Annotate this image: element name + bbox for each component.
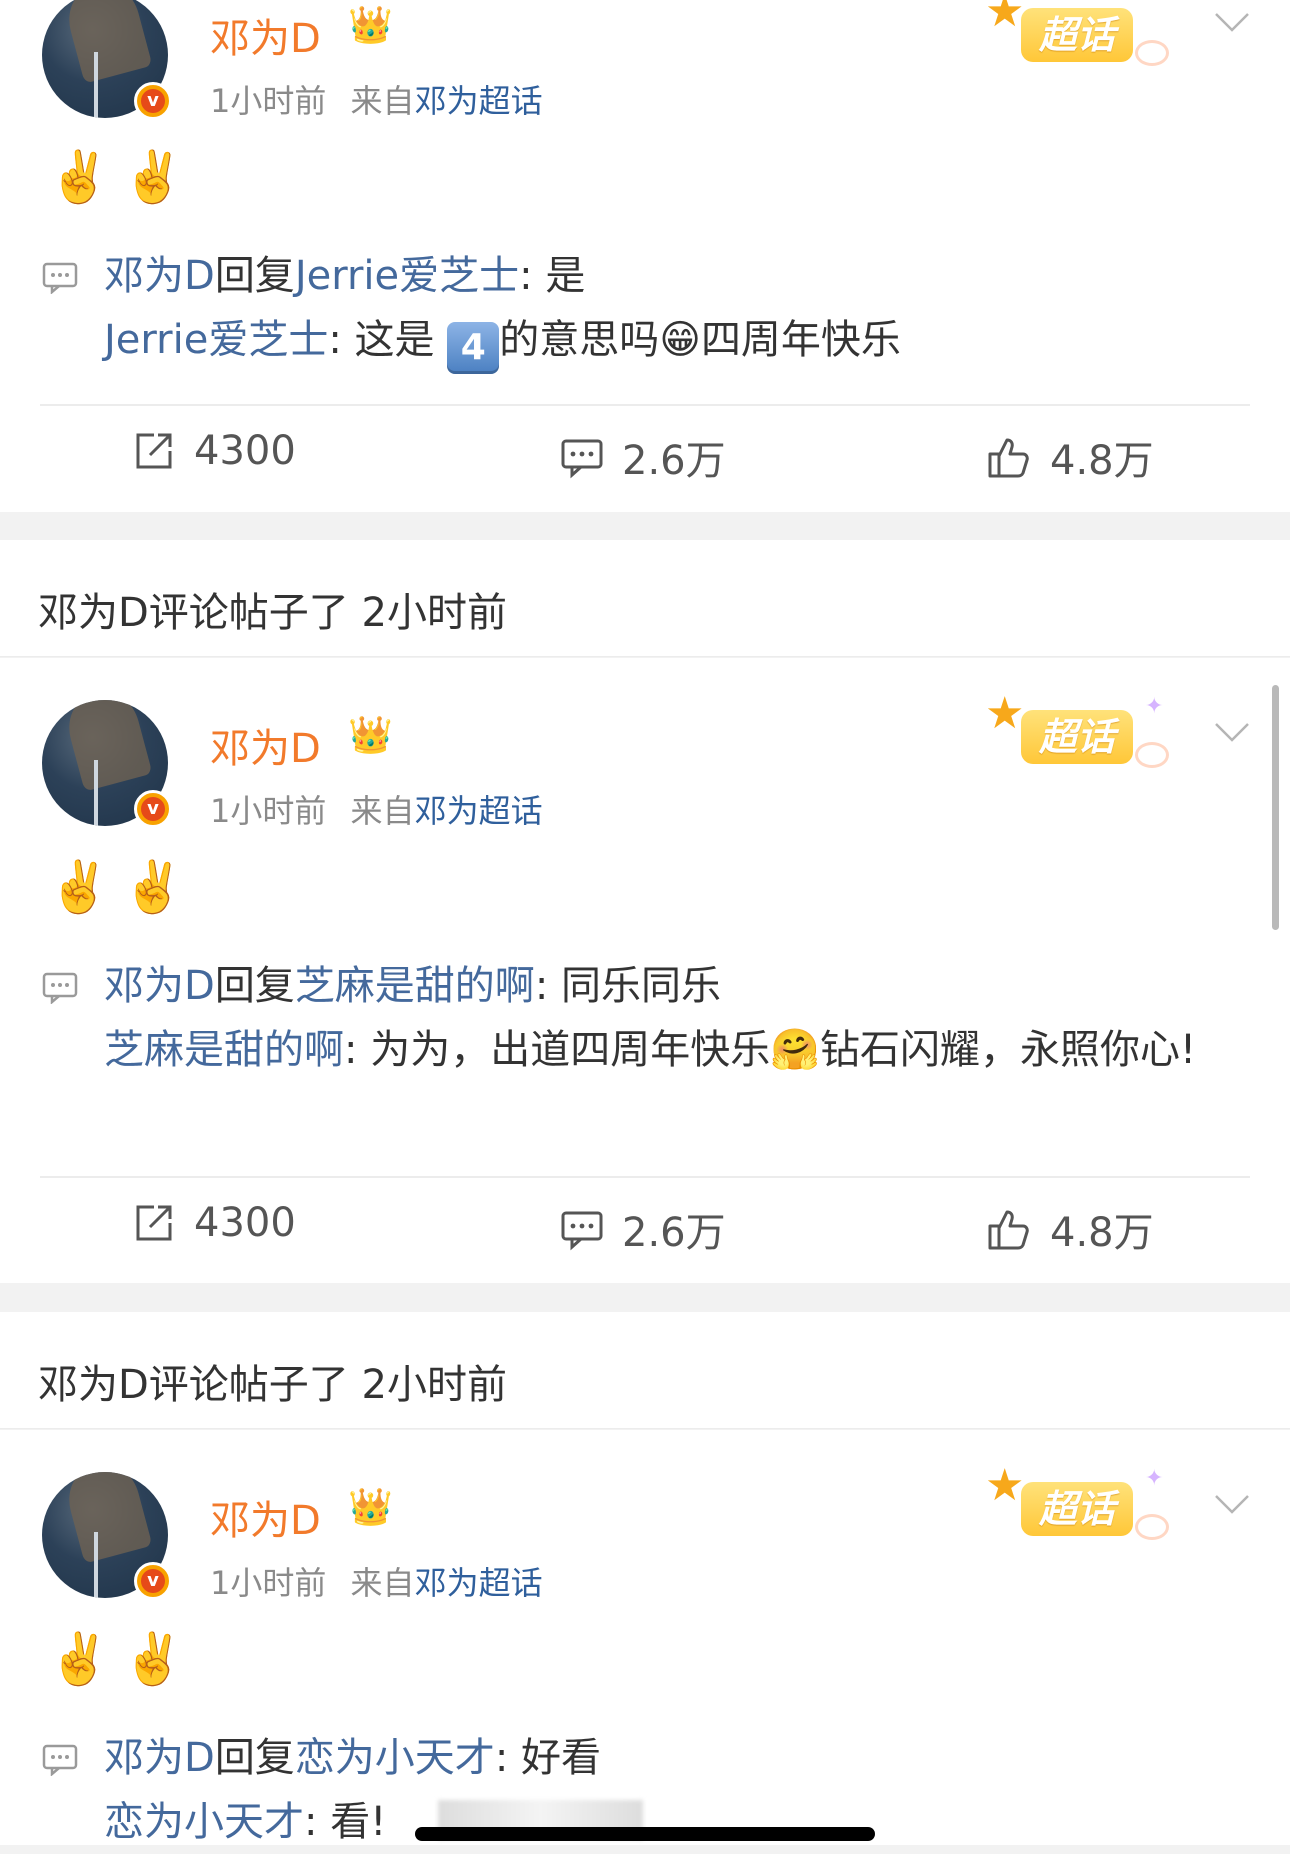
- reply-text: : 同乐同乐: [534, 963, 722, 1009]
- comment-reply-icon: [42, 262, 78, 294]
- post-emojis: ✌️✌️: [48, 1630, 197, 1688]
- reply-word: 回复: [214, 253, 295, 299]
- avatar[interactable]: v: [42, 1472, 172, 1600]
- post-meta: 1小时前 来自邓为超话: [210, 1558, 543, 1604]
- post-card: v 邓为D 👑 1小时前 来自邓为超话 ★ 超话 ✌️✌️ 邓为D回复Jerri…: [0, 0, 1290, 512]
- reply-block: 邓为D回复Jerrie爱芝士: 是 Jerrie爱芝士: 这是 4 的意思吗😁四周…: [42, 244, 1252, 374]
- reply-author[interactable]: 邓为D: [104, 1735, 215, 1781]
- post-time: 1小时前: [210, 82, 327, 120]
- bubble-icon: [1135, 40, 1169, 66]
- like-icon: [988, 1210, 1029, 1250]
- section-header-text: 邓为D评论帖子了 2小时前: [38, 590, 507, 636]
- quoted-comment[interactable]: Jerrie爱芝士: 这是 4 的意思吗😁四周年快乐: [104, 308, 1252, 374]
- reply-author[interactable]: 邓为D: [104, 963, 215, 1009]
- star-icon: ★: [985, 1460, 1025, 1511]
- sparkle-icon: ✦: [1145, 694, 1164, 719]
- post-card: v 邓为D 👑 1小时前 来自邓为超话 ★ 超话 ✦ ✌️✌️ 邓为D回: [0, 658, 1290, 1283]
- from-label: 来自: [350, 1564, 415, 1602]
- verified-icon: v: [134, 82, 172, 120]
- post-meta: 1小时前 来自邓为超话: [210, 786, 543, 832]
- from-label: 来自: [350, 792, 415, 830]
- like-icon: [988, 438, 1029, 478]
- source-link[interactable]: 邓为超话: [415, 1564, 543, 1602]
- hug-emoji: 🤗: [770, 1027, 821, 1073]
- comment-icon: [561, 1211, 603, 1251]
- crown-icon: 👑: [348, 5, 393, 46]
- like-button[interactable]: 4.8万: [986, 428, 1154, 486]
- scrollbar[interactable]: [1272, 685, 1279, 930]
- reply-target[interactable]: 恋为小天才: [295, 1735, 495, 1781]
- grin-emoji: 😁: [659, 317, 701, 363]
- verified-icon: v: [134, 790, 172, 828]
- quoted-comment[interactable]: 恋为小天才: 看!: [104, 1790, 1252, 1854]
- supertopic-badge[interactable]: ★ 超话: [985, 0, 1175, 70]
- reply-word: 回复: [214, 963, 295, 1009]
- repost-icon: [136, 433, 172, 469]
- like-button[interactable]: 4.8万: [986, 1200, 1154, 1258]
- post-emojis: ✌️✌️: [48, 858, 197, 916]
- crown-icon: 👑: [348, 1487, 393, 1528]
- quote-author[interactable]: Jerrie爱芝士: [104, 317, 328, 363]
- reply-text: : 是: [519, 253, 586, 299]
- post-time: 1小时前: [210, 792, 327, 830]
- divider: [40, 1176, 1250, 1178]
- avatar[interactable]: v: [42, 0, 172, 120]
- keycap-emoji: 4: [447, 322, 500, 374]
- bubble-icon: [1135, 742, 1169, 768]
- star-icon: ★: [985, 688, 1025, 739]
- quote-author[interactable]: 芝麻是甜的啊: [104, 1027, 344, 1073]
- chevron-down-icon[interactable]: [1212, 2, 1252, 42]
- crown-icon: 👑: [348, 715, 393, 756]
- repost-icon: [136, 1205, 172, 1241]
- section-header: 邓为D评论帖子了 2小时前: [0, 1312, 1290, 1429]
- reply-block: 邓为D回复芝麻是甜的啊: 同乐同乐 芝麻是甜的啊: 为为，出道四周年快乐🤗钻石闪…: [42, 954, 1252, 1082]
- chevron-down-icon[interactable]: [1212, 712, 1252, 752]
- author-name[interactable]: 邓为D: [210, 1488, 321, 1546]
- comment-reply-icon: [42, 972, 78, 1004]
- post-emojis: ✌️✌️: [48, 148, 197, 206]
- quoted-comment[interactable]: 芝麻是甜的啊: 为为，出道四周年快乐🤗钻石闪耀，永照你心!: [104, 1018, 1234, 1082]
- verified-icon: v: [134, 1562, 172, 1600]
- action-bar: 4300 2.6万 4.8万: [0, 428, 1290, 488]
- comment-icon: [561, 439, 603, 479]
- from-label: 来自: [350, 82, 415, 120]
- post-card: v 邓为D 👑 1小时前 来自邓为超话 ★ 超话 ✦ ✌️✌️ 邓为D回: [0, 1430, 1290, 1845]
- star-icon: ★: [985, 0, 1025, 37]
- quote-author[interactable]: 恋为小天才: [104, 1799, 304, 1845]
- reply-text: : 好看: [494, 1735, 602, 1781]
- supertopic-badge[interactable]: ★ 超话 ✦: [985, 692, 1175, 772]
- chevron-down-icon[interactable]: [1212, 1484, 1252, 1524]
- section-header-text: 邓为D评论帖子了 2小时前: [38, 1362, 507, 1408]
- section-header: 邓为D评论帖子了 2小时前: [0, 540, 1290, 657]
- comment-button[interactable]: 2.6万: [560, 1200, 726, 1258]
- repost-button[interactable]: 4300: [132, 1200, 296, 1246]
- author-name[interactable]: 邓为D: [210, 6, 321, 64]
- post-meta: 1小时前 来自邓为超话: [210, 76, 543, 122]
- reply-target[interactable]: 芝麻是甜的啊: [295, 963, 535, 1009]
- divider: [40, 404, 1250, 406]
- comment-reply-icon: [42, 1744, 78, 1776]
- post-time: 1小时前: [210, 1564, 327, 1602]
- bubble-icon: [1135, 1514, 1169, 1540]
- author-name[interactable]: 邓为D: [210, 716, 321, 774]
- comment-button[interactable]: 2.6万: [560, 428, 726, 486]
- reply-target[interactable]: Jerrie爱芝士: [295, 253, 519, 299]
- source-link[interactable]: 邓为超话: [415, 792, 543, 830]
- reply-word: 回复: [214, 1735, 295, 1781]
- action-bar: 4300 2.6万 4.8万: [0, 1200, 1290, 1260]
- supertopic-badge[interactable]: ★ 超话 ✦: [985, 1464, 1175, 1544]
- avatar[interactable]: v: [42, 700, 172, 828]
- repost-button[interactable]: 4300: [132, 428, 296, 474]
- source-link[interactable]: 邓为超话: [415, 82, 543, 120]
- reply-author[interactable]: 邓为D: [104, 253, 215, 299]
- home-indicator[interactable]: [415, 1827, 875, 1841]
- sparkle-icon: ✦: [1145, 1466, 1164, 1491]
